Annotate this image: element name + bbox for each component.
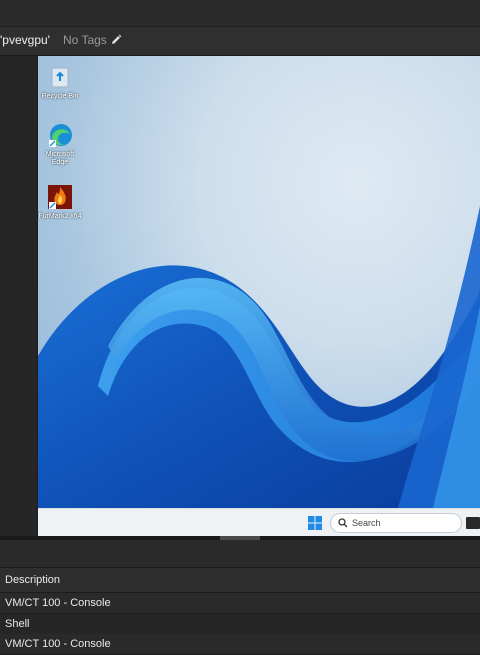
edge-icon (47, 122, 73, 148)
task-description: Shell (5, 618, 30, 630)
desktop-icon-recycle-bin[interactable]: Recycle Bin (38, 64, 82, 101)
search-icon (338, 518, 348, 528)
task-row[interactable]: VM/CT 100 - Console (0, 593, 480, 614)
tags-area[interactable]: No Tags (63, 33, 122, 47)
top-toolbar (0, 0, 480, 27)
task-row[interactable]: VM/CT 100 - Console (0, 634, 480, 655)
vm-title-bar: 'pvevgpu' No Tags (0, 27, 480, 56)
tags-label: No Tags (63, 33, 107, 47)
windows-taskbar (38, 508, 480, 537)
desktop-icon-label: FurMark2 x64 (38, 213, 82, 220)
taskbar-search-box[interactable] (330, 513, 462, 533)
windows-start-icon[interactable] (308, 516, 322, 530)
vm-name: 'pvevgpu' (0, 33, 50, 47)
log-panel-toolbar (0, 540, 480, 568)
task-description: VM/CT 100 - Console (5, 638, 111, 650)
left-panel (0, 56, 38, 536)
desktop-icon-furmark[interactable]: FurMark2 x64 (38, 184, 82, 221)
wallpaper-bloom (38, 206, 480, 508)
desktop-icon-label: Recycle Bin (41, 93, 79, 100)
taskbar-app-icon[interactable] (466, 517, 480, 529)
tasks-column-header[interactable]: Description (0, 568, 480, 593)
furmark-icon (47, 184, 73, 210)
column-description: Description (5, 574, 61, 586)
vm-console-screen[interactable]: Recycle Bin Microsoft Edge FurMark2 x64 (38, 56, 480, 508)
task-row[interactable]: Shell (0, 614, 480, 635)
pencil-icon[interactable] (110, 34, 122, 46)
recycle-bin-icon (47, 64, 73, 90)
search-input[interactable] (352, 518, 442, 528)
task-description: VM/CT 100 - Console (5, 597, 111, 609)
desktop-icon-edge[interactable]: Microsoft Edge (38, 122, 82, 167)
desktop-icon-label: Microsoft Edge (45, 151, 75, 166)
